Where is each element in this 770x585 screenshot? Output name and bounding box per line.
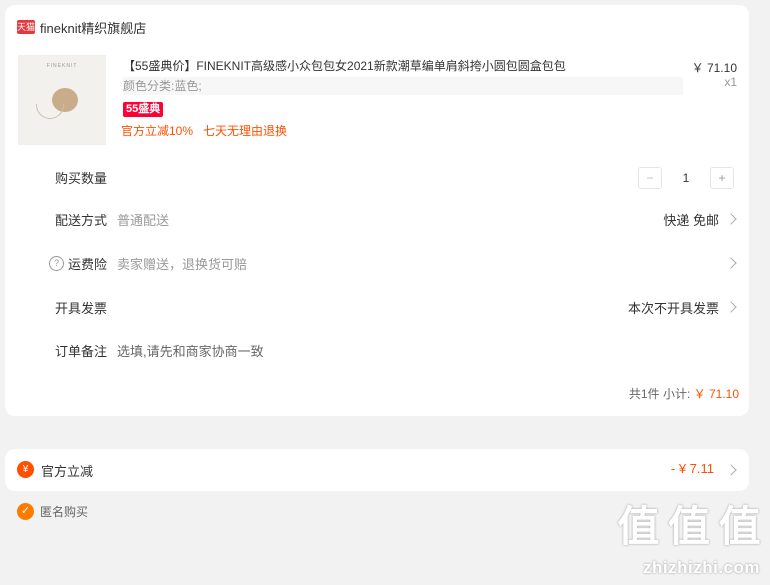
subtotal-label: 小计: <box>662 387 691 401</box>
thumbnail-brand: FINEKNIT <box>46 63 78 69</box>
shop-name[interactable]: fineknit精织旗舰店 <box>40 18 146 37</box>
quantity-decrease-button[interactable]: − <box>638 167 662 189</box>
tmall-icon: 天猫 <box>17 20 36 34</box>
subtotal: 共1件 小计: ￥ 71.10 <box>629 385 739 402</box>
subtotal-count: 共1件 <box>628 387 660 401</box>
insurance-label: 运费险 <box>68 257 108 272</box>
quantity-stepper[interactable]: − 1 + <box>638 167 734 189</box>
product-thumbnail[interactable]: FINEKNIT <box>18 55 106 145</box>
invoice-value[interactable]: 本次不开具发票 <box>628 298 719 317</box>
watermark-char: 值 <box>718 503 761 550</box>
insurance-desc: 卖家赠送，退换货可赔 <box>117 257 248 272</box>
shipping-label: 配送方式 <box>55 213 108 228</box>
shop-card: 天猫 fineknit精织旗舰店 FINEKNIT 【55盛典价】FINEKNI… <box>5 5 749 416</box>
product-title[interactable]: 【55盛典价】FINEKNIT高级感小众包包女2021新款潮草编单肩斜挎小圆包圆… <box>123 57 683 74</box>
yuan-coin-icon: ¥ <box>17 461 34 478</box>
watermark-char: 值 <box>617 503 660 550</box>
discount-card[interactable]: ¥ 官方立减 - ¥ 7.11 <box>5 449 749 491</box>
shipping-value[interactable]: 快递 免邮 <box>663 210 719 229</box>
product-sku[interactable]: 颜色分类:蓝色; <box>123 77 683 95</box>
discount-amount: - ¥ 7.11 <box>670 461 714 476</box>
chevron-right-icon[interactable] <box>725 464 737 476</box>
shipping-method: 普通配送 <box>117 213 170 228</box>
quantity-increase-button[interactable]: + <box>710 167 734 189</box>
chevron-right-icon[interactable] <box>725 257 737 269</box>
item-price: ￥ 71.10 <box>691 61 737 75</box>
subtotal-amount: ￥ 71.10 <box>693 387 739 401</box>
anonymous-checkbox[interactable]: ✓ <box>17 503 34 520</box>
service-discount: 官方立减10% <box>121 124 194 138</box>
anonymous-label[interactable]: 匿名购买 <box>40 503 88 520</box>
service-return: 七天无理由退换 <box>203 124 288 138</box>
watermark-url: zhizhizhi.com <box>643 558 760 577</box>
watermark-logo: 值 值 值 <box>616 503 762 551</box>
quantity-value[interactable]: 1 <box>662 171 710 185</box>
order-note-label: 订单备注 <box>55 344 108 359</box>
item-quantity-mark: x1 <box>724 75 737 89</box>
chevron-right-icon[interactable] <box>725 301 737 313</box>
order-note-input[interactable]: 选填,请先和商家协商一致 <box>117 341 264 360</box>
shop-header[interactable]: 天猫 fineknit精织旗舰店 <box>17 17 146 37</box>
quantity-label: 购买数量 <box>55 171 108 186</box>
promo-badge: 55盛典 <box>123 102 164 117</box>
bag-strap-image <box>36 104 64 119</box>
invoice-label: 开具发票 <box>55 301 108 316</box>
chevron-right-icon[interactable] <box>725 213 737 225</box>
help-icon[interactable]: ? <box>49 256 64 271</box>
watermark-char: 值 <box>668 503 711 550</box>
discount-label: 官方立减 <box>41 464 94 479</box>
